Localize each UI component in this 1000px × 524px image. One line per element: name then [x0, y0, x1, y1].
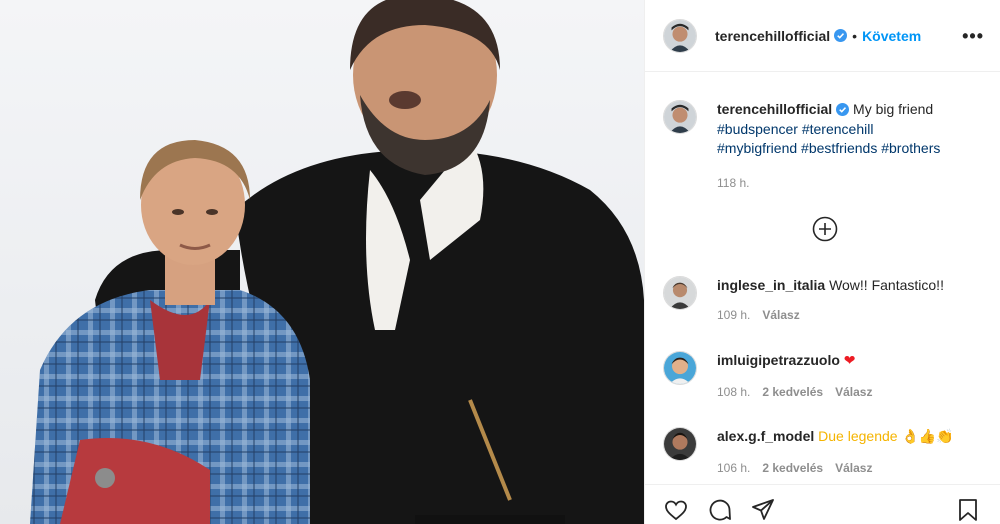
- comment-username[interactable]: imluigipetrazzuolo: [717, 352, 840, 368]
- heart-icon: [665, 500, 687, 521]
- comment-button[interactable]: [707, 497, 733, 523]
- comment-username[interactable]: inglese_in_italia: [717, 277, 825, 293]
- like-button[interactable]: [663, 497, 689, 523]
- load-more-comments-button[interactable]: [812, 216, 838, 242]
- hashtag-link[interactable]: #brothers: [881, 140, 940, 156]
- verified-badge-icon: [834, 29, 848, 42]
- author-avatar[interactable]: [663, 18, 697, 53]
- reply-button[interactable]: Válasz: [835, 459, 872, 479]
- bookmark-icon: [959, 499, 977, 521]
- more-options-icon[interactable]: •••: [962, 27, 984, 45]
- comment-item: inglese_in_italia Wow!! Fantastico!! 109…: [663, 276, 993, 325]
- hashtag-link[interactable]: #budspencer: [717, 121, 798, 137]
- post-viewer: terencehillofficial • Követem ••• terenc…: [0, 0, 1000, 524]
- save-button[interactable]: [955, 497, 981, 523]
- post-header: terencehillofficial • Követem •••: [645, 0, 1000, 72]
- comment-item: alex.g.f_model Due legende 👌👍👏 106 h. 2 …: [663, 427, 993, 478]
- comment-text: Wow!! Fantastico!!: [829, 277, 944, 293]
- follow-button[interactable]: Követem: [862, 28, 921, 44]
- caption-avatar[interactable]: [663, 100, 697, 134]
- post-actions-bar: [645, 484, 1000, 524]
- comment-time[interactable]: 106 h.: [717, 459, 750, 479]
- commenter-avatar[interactable]: [663, 276, 697, 310]
- hashtag-link[interactable]: #bestfriends: [801, 140, 877, 156]
- verified-badge-icon: [836, 103, 850, 116]
- comment-item: imluigipetrazzuolo ❤ 108 h. 2 kedvelés V…: [663, 351, 993, 402]
- comment-likes[interactable]: 2 kedvelés: [762, 383, 823, 403]
- photo-illustration: [30, 0, 644, 524]
- author-username[interactable]: terencehillofficial: [715, 28, 830, 44]
- caption-time[interactable]: 118 h.: [717, 174, 749, 194]
- comment-text: Due legende 👌👍👏: [818, 428, 954, 444]
- post-photo[interactable]: [0, 0, 644, 524]
- commenter-avatar[interactable]: [663, 351, 697, 385]
- share-icon: [752, 499, 774, 520]
- caption-text: My big friend: [853, 101, 934, 117]
- plus-circle-icon: [812, 216, 838, 242]
- comment-username[interactable]: alex.g.f_model: [717, 428, 814, 444]
- reply-button[interactable]: Válasz: [835, 383, 872, 403]
- comment-text: ❤: [843, 352, 856, 368]
- comment-likes[interactable]: 2 kedvelés: [762, 459, 823, 479]
- caption-username[interactable]: terencehillofficial: [717, 101, 832, 117]
- comment-icon: [709, 499, 731, 521]
- share-button[interactable]: [750, 497, 776, 523]
- comment-time[interactable]: 108 h.: [717, 383, 750, 403]
- comment-time[interactable]: 109 h.: [717, 306, 750, 326]
- header-separator: •: [852, 27, 858, 44]
- post-side-panel: terencehillofficial • Követem ••• terenc…: [644, 0, 1000, 524]
- commenter-avatar[interactable]: [663, 427, 697, 461]
- post-caption: terencehillofficial My big friend #budsp…: [663, 100, 983, 193]
- hashtag-link[interactable]: #terencehill: [802, 121, 874, 137]
- hashtag-link[interactable]: #mybigfriend: [717, 140, 797, 156]
- reply-button[interactable]: Válasz: [762, 306, 799, 326]
